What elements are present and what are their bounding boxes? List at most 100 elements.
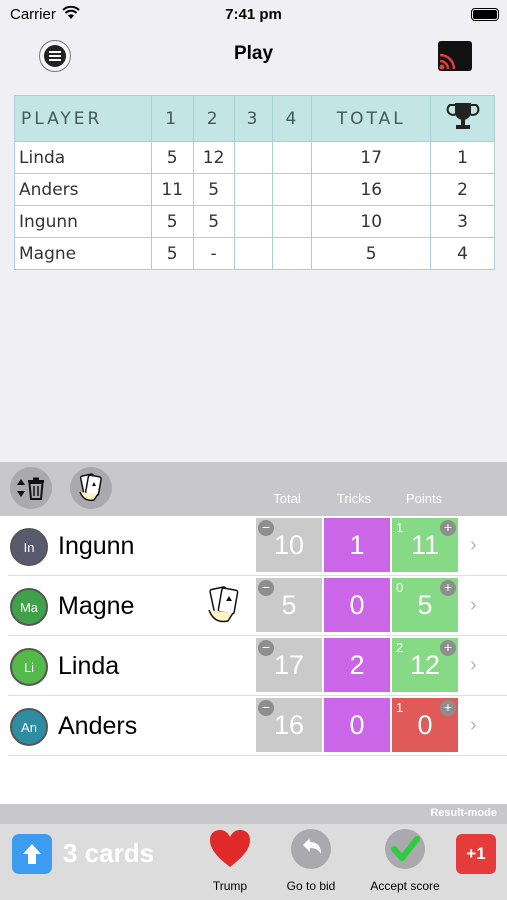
scoreboard-table: PLAYER 1 2 3 4 TOTAL Linda 5 12 17 1 And… [14,95,495,270]
list-item[interactable]: In Ingunn − 10 1 1 11 + › [8,516,507,576]
avatar: Ma [10,588,48,626]
cards-count: 3 cards [63,838,155,868]
chevron-right-icon[interactable]: › [470,534,477,557]
go-to-bid-label: Go to bid [286,879,336,893]
avatar-initials: An [21,719,37,735]
header-rank [430,95,495,142]
increase-cards-button[interactable] [12,834,52,874]
tricks-value: 0 [349,589,365,620]
points-cell: 0 5 + [392,578,458,632]
round-score [272,237,313,270]
clock: 7:41 pm [225,6,282,23]
tricks-cell[interactable]: 0 [324,698,390,752]
chevron-right-icon[interactable]: › [470,714,477,737]
round-score: 5 [192,173,235,206]
round-score: 5 [150,237,194,270]
accept-score-label: Accept score [370,879,440,893]
list-item[interactable]: An Anders − 16 0 1 0 + › [8,696,507,756]
total-cell: − 5 [256,578,322,632]
points-cell: 1 0 + [392,698,458,752]
list-item[interactable]: Ma Magne − 5 0 0 5 + › [8,576,507,636]
points-value: 0 [417,709,433,740]
mode-bar: Result-mode [0,804,507,824]
go-to-bid-button[interactable]: Go to bid [266,828,356,893]
bid-value: 0 [396,580,404,595]
player-name: Anders [58,712,138,740]
header-total: TOTAL [311,95,432,142]
bid-value: 1 [396,520,404,535]
round-score: 11 [150,173,194,206]
minus-icon[interactable]: − [258,640,274,656]
round-score: 12 [192,141,235,174]
avatar-initials: Li [23,659,35,675]
header-round-3: 3 [233,95,274,142]
avatar-initials: Ma [19,599,39,615]
chevron-right-icon[interactable]: › [470,654,477,677]
round-score: 5 [150,205,194,238]
plus-icon[interactable]: + [440,520,456,536]
column-tricks: Tricks [336,491,372,506]
tricks-value: 0 [349,709,365,740]
total-cell: − 16 [256,698,322,752]
bid-value: 2 [396,640,404,655]
column-total: Total [273,491,301,506]
table-row: Ingunn 5 5 10 3 [14,205,495,238]
dealer-cards-icon [204,584,246,631]
trophy-icon [446,103,479,129]
list-item[interactable]: Li Linda − 17 2 2 12 + › [8,636,507,696]
player-name: Linda [58,652,120,680]
bottom-toolbar: 3 cards Trump Go to bid Accept score +1 [0,824,507,900]
header-round-1: 1 [150,95,194,142]
sort-trash-icon [17,477,44,500]
tricks-value: 2 [349,649,365,680]
minus-icon[interactable]: − [258,580,274,596]
trump-label: Trump [212,879,248,893]
navigation-bar: Play [0,30,507,80]
points-cell: 2 12 + [392,638,458,692]
points-cell: 1 11 + [392,518,458,572]
deal-cards-button[interactable] [70,467,112,509]
points-value: 5 [417,589,433,620]
arrow-up-icon [23,844,41,864]
player-name: Anders [14,173,152,206]
tricks-cell[interactable]: 1 [324,518,390,572]
round-score [272,141,313,174]
rank: 1 [430,141,495,174]
tricks-cell[interactable]: 0 [324,578,390,632]
total-cell: − 10 [256,518,322,572]
avatar: Li [10,648,48,686]
plus-icon[interactable]: + [440,700,456,716]
round-score [233,173,274,206]
round-score: - [192,237,235,270]
checkmark-icon [385,829,425,869]
sort-delete-button[interactable] [10,467,52,509]
header-round-4: 4 [272,95,313,142]
plus-icon[interactable]: + [440,580,456,596]
undo-arrow-icon [291,829,331,869]
tricks-value: 1 [349,529,365,560]
column-points: Points [405,491,443,506]
trump-button[interactable]: Trump [185,828,275,893]
cast-button[interactable] [438,41,472,71]
total-value: 16 [273,709,305,740]
minus-icon[interactable]: − [258,700,274,716]
player-name: Ingunn [14,205,152,238]
table-row: Magne 5 - 5 4 [14,237,495,270]
accept-score-button[interactable]: Accept score [360,828,450,893]
total-cell: − 17 [256,638,322,692]
player-name: Magne [58,592,135,620]
round-score [233,205,274,238]
header-player: PLAYER [14,95,152,142]
tricks-cell[interactable]: 2 [324,638,390,692]
players-panel-header: Total Tricks Points [0,462,507,516]
total-value: 5 [281,589,297,620]
round-score [272,205,313,238]
minus-icon[interactable]: − [258,520,274,536]
battery-icon [471,8,499,21]
plus-one-button[interactable]: +1 [456,834,496,874]
avatar-initials: In [23,539,35,555]
chevron-right-icon[interactable]: › [470,594,477,617]
plus-icon[interactable]: + [440,640,456,656]
total-value: 17 [273,649,305,680]
rank: 2 [430,173,495,206]
